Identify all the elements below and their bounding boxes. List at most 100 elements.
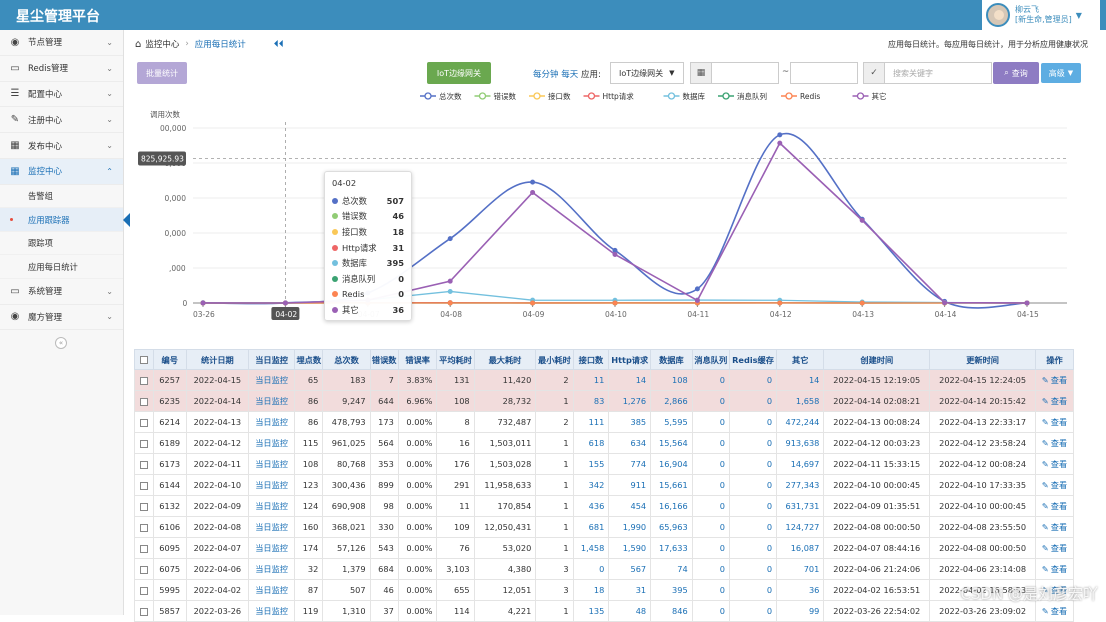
- table-cell[interactable]: 0: [692, 559, 729, 580]
- table-row[interactable]: 62572022-04-15当日监控6518373.83%13111,42021…: [135, 370, 1074, 391]
- gateway-button[interactable]: IoT边缘网关: [427, 62, 491, 84]
- table-cell[interactable]: 135: [573, 601, 609, 622]
- select-all-checkbox[interactable]: [135, 350, 154, 370]
- daily-monitor-link[interactable]: 当日监控: [249, 496, 295, 517]
- sidebar-item-system[interactable]: ▭系统管理⌄: [0, 279, 123, 305]
- table-cell[interactable]: 631,731: [777, 496, 824, 517]
- table-cell[interactable]: 0: [729, 559, 776, 580]
- table-cell[interactable]: 1,990: [609, 517, 651, 538]
- legend-marker[interactable]: [786, 93, 792, 99]
- table-cell[interactable]: 913,638: [777, 433, 824, 454]
- table-cell[interactable]: 472,244: [777, 412, 824, 433]
- column-header[interactable]: Http请求: [609, 350, 651, 370]
- user-menu[interactable]: 柳云飞 [新生命,管理员] ▼: [982, 0, 1100, 30]
- end-date-input[interactable]: [790, 62, 858, 84]
- column-header[interactable]: 更新时间: [930, 350, 1036, 370]
- column-header[interactable]: 接口数: [573, 350, 609, 370]
- table-cell[interactable]: 567: [609, 559, 651, 580]
- daily-monitor-link[interactable]: 当日监控: [249, 370, 295, 391]
- data-point[interactable]: [860, 301, 864, 305]
- data-point[interactable]: [613, 252, 617, 256]
- table-cell[interactable]: 911: [609, 475, 651, 496]
- data-point[interactable]: [613, 301, 617, 305]
- table-row[interactable]: 60952022-04-07当日监控17457,1265430.00%7653,…: [135, 538, 1074, 559]
- legend-marker[interactable]: [858, 93, 864, 99]
- table-cell[interactable]: 436: [573, 496, 609, 517]
- column-header[interactable]: 埋点数: [295, 350, 323, 370]
- view-link[interactable]: ✎查看: [1036, 433, 1074, 454]
- collapse-sidebar-icon[interactable]: «: [55, 337, 67, 349]
- table-cell[interactable]: 155: [573, 454, 609, 475]
- table-cell[interactable]: 1,590: [609, 538, 651, 559]
- table-cell[interactable]: 0: [692, 412, 729, 433]
- data-point[interactable]: [860, 218, 864, 222]
- table-cell[interactable]: 111: [573, 412, 609, 433]
- double-left-icon[interactable]: ⏴⏴: [274, 39, 284, 50]
- table-cell[interactable]: 18: [573, 580, 609, 601]
- table-cell[interactable]: 16,904: [651, 454, 693, 475]
- legend-marker[interactable]: [669, 93, 675, 99]
- table-cell[interactable]: 681: [573, 517, 609, 538]
- table-row[interactable]: 62142022-04-13当日监控86478,7931730.00%8732,…: [135, 412, 1074, 433]
- sidebar-item-monitor[interactable]: ▦监控中心⌃: [0, 159, 123, 185]
- view-link[interactable]: ✎查看: [1036, 391, 1074, 412]
- table-cell[interactable]: 1,276: [609, 391, 651, 412]
- table-row[interactable]: 62352022-04-14当日监控869,2476446.96%10828,7…: [135, 391, 1074, 412]
- table-cell[interactable]: 774: [609, 454, 651, 475]
- data-point[interactable]: [201, 301, 205, 305]
- table-cell[interactable]: 0: [573, 559, 609, 580]
- table-row[interactable]: 58572022-03-26当日监控1191,310370.00%1144,22…: [135, 601, 1074, 622]
- avatar[interactable]: [986, 3, 1010, 27]
- column-header[interactable]: 消息队列: [692, 350, 729, 370]
- table-cell[interactable]: 395: [651, 580, 693, 601]
- view-link[interactable]: ✎查看: [1036, 538, 1074, 559]
- data-point[interactable]: [695, 298, 699, 302]
- table-cell[interactable]: 0: [729, 454, 776, 475]
- daily-monitor-link[interactable]: 当日监控: [249, 475, 295, 496]
- table-cell[interactable]: 0: [729, 370, 776, 391]
- data-point[interactable]: [448, 237, 452, 241]
- query-button[interactable]: ⌕查询: [993, 62, 1039, 84]
- data-point[interactable]: [778, 301, 782, 305]
- sidebar-item-cube[interactable]: ◉魔方管理⌄: [0, 305, 123, 331]
- view-link[interactable]: ✎查看: [1036, 475, 1074, 496]
- table-cell[interactable]: 14,697: [777, 454, 824, 475]
- table-cell[interactable]: 108: [651, 370, 693, 391]
- breadcrumb-current[interactable]: 应用每日统计: [195, 38, 246, 50]
- daily-monitor-link[interactable]: 当日监控: [249, 601, 295, 622]
- table-cell[interactable]: 17,633: [651, 538, 693, 559]
- data-point[interactable]: [695, 287, 699, 291]
- sidebar-item-registry[interactable]: ✎注册中心⌄: [0, 107, 123, 133]
- advanced-button[interactable]: 高级▼: [1041, 63, 1081, 83]
- legend-marker[interactable]: [723, 93, 729, 99]
- table-cell[interactable]: 15,564: [651, 433, 693, 454]
- daily-monitor-link[interactable]: 当日监控: [249, 580, 295, 601]
- table-row[interactable]: 61442022-04-10当日监控123300,4368990.00%2911…: [135, 475, 1074, 496]
- view-link[interactable]: ✎查看: [1036, 454, 1074, 475]
- data-point[interactable]: [1025, 301, 1029, 305]
- row-checkbox[interactable]: [135, 370, 154, 391]
- view-link[interactable]: ✎查看: [1036, 517, 1074, 538]
- sidebar-sub-daily-stat[interactable]: 应用每日统计: [0, 255, 123, 279]
- breadcrumb-root[interactable]: 监控中心: [145, 38, 179, 50]
- table-cell[interactable]: 0: [729, 433, 776, 454]
- column-header[interactable]: 当日监控: [249, 350, 295, 370]
- column-header[interactable]: 操作: [1036, 350, 1074, 370]
- table-cell[interactable]: 65,963: [651, 517, 693, 538]
- data-point[interactable]: [283, 301, 287, 305]
- legend-marker[interactable]: [589, 93, 595, 99]
- table-cell[interactable]: 74: [651, 559, 693, 580]
- data-point[interactable]: [531, 190, 535, 194]
- table-cell[interactable]: 0: [729, 517, 776, 538]
- column-header[interactable]: 创建时间: [824, 350, 930, 370]
- data-point[interactable]: [778, 141, 782, 145]
- table-row[interactable]: 61732022-04-11当日监控10880,7683530.00%1761,…: [135, 454, 1074, 475]
- table-cell[interactable]: 0: [692, 517, 729, 538]
- row-checkbox[interactable]: [135, 454, 154, 475]
- row-checkbox[interactable]: [135, 580, 154, 601]
- table-cell[interactable]: 2,866: [651, 391, 693, 412]
- table-cell[interactable]: 0: [692, 391, 729, 412]
- table-cell[interactable]: 634: [609, 433, 651, 454]
- bulk-stat-button[interactable]: 批量统计: [137, 62, 187, 84]
- table-cell[interactable]: 454: [609, 496, 651, 517]
